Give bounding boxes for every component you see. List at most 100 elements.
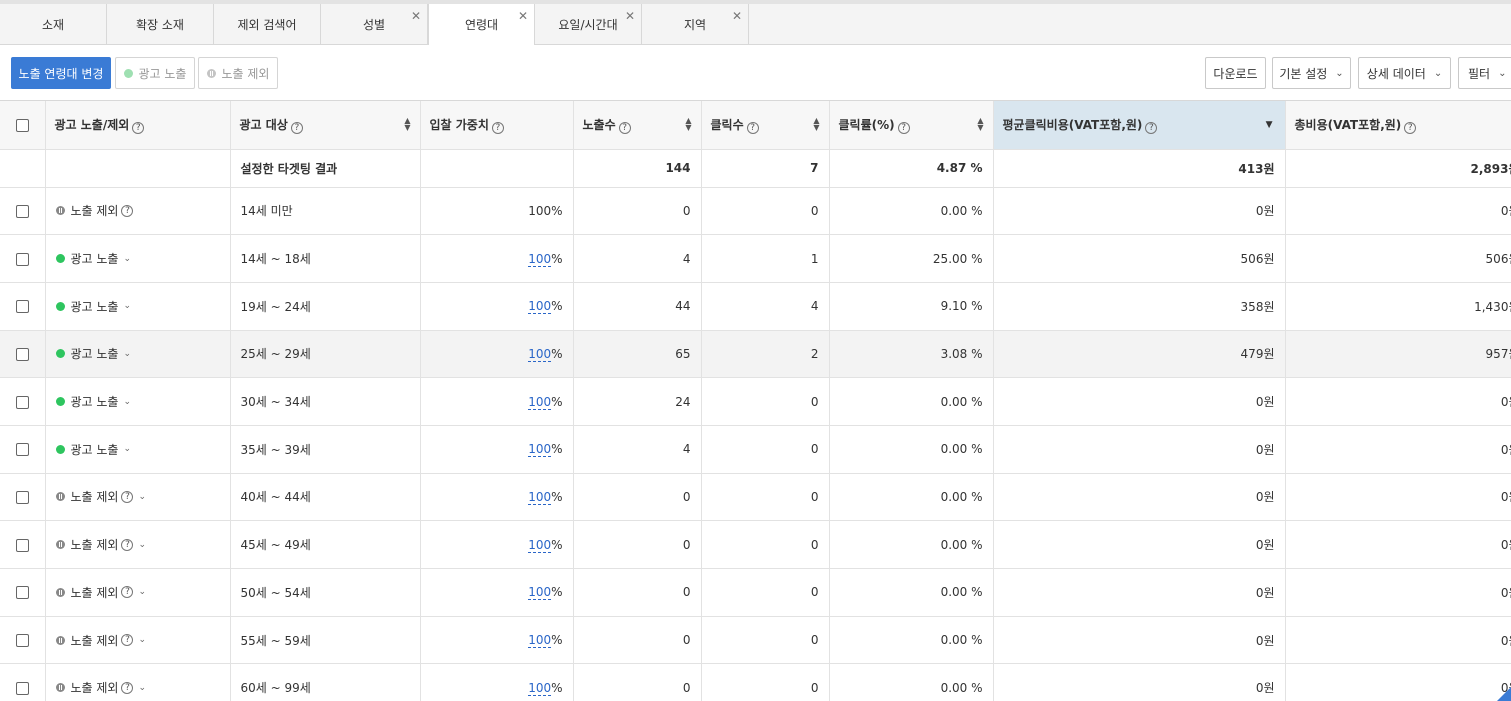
close-icon[interactable]: ✕	[411, 10, 421, 22]
status-toggle[interactable]: 광고 노출 ⌄	[55, 441, 131, 458]
chevron-down-icon[interactable]: ⌄	[138, 683, 146, 693]
detail-data-dropdown[interactable]: 상세 데이터 ⌄	[1358, 57, 1451, 89]
tab-day-time[interactable]: 요일/시간대 ✕	[535, 4, 642, 44]
tab-creative[interactable]: 소재	[0, 4, 107, 44]
help-icon[interactable]: ?	[1404, 121, 1417, 134]
bid-weight-link[interactable]: 100	[528, 489, 552, 505]
help-icon[interactable]: ?	[121, 204, 134, 217]
table-row[interactable]: 광고 노출⌄35세 ~ 39세100%400.00 %0원0원	[0, 425, 1511, 474]
help-icon[interactable]: ?	[618, 121, 631, 134]
bid-weight-link[interactable]: 100	[528, 346, 552, 362]
help-icon[interactable]: ?	[121, 586, 134, 599]
help-icon[interactable]: ?	[746, 121, 759, 134]
table-row[interactable]: 광고 노출⌄19세 ~ 24세100%4449.10 %358원1,430원	[0, 282, 1511, 331]
basic-settings-dropdown[interactable]: 기본 설정 ⌄	[1272, 57, 1351, 89]
close-icon[interactable]: ✕	[625, 10, 635, 22]
row-checkbox[interactable]	[15, 490, 29, 504]
tab-gender[interactable]: 성별 ✕	[321, 4, 428, 44]
bid-weight-link[interactable]: 100	[528, 680, 552, 696]
status-toggle[interactable]: 광고 노출 ⌄	[55, 345, 131, 362]
status-toggle[interactable]: 노출 제외? ⌄	[55, 632, 146, 649]
status-toggle[interactable]: 노출 제외? ⌄	[55, 536, 146, 553]
table-row[interactable]: 노출 제외?⌄60세 ~ 99세100%000.00 %0원0원	[0, 663, 1511, 701]
close-icon[interactable]: ✕	[732, 10, 742, 22]
row-checkbox[interactable]	[15, 252, 29, 266]
tab-age[interactable]: 연령대 ✕	[428, 4, 535, 45]
chevron-down-icon[interactable]: ⌄	[123, 254, 131, 264]
bid-weight-link[interactable]: 100	[528, 585, 552, 601]
tab-extension[interactable]: 확장 소재	[107, 4, 214, 44]
table-row[interactable]: 노출 제외?⌄40세 ~ 44세100%000.00 %0원0원	[0, 473, 1511, 522]
chevron-down-icon[interactable]: ⌄	[138, 635, 146, 645]
row-checkbox[interactable]	[15, 347, 29, 361]
chevron-down-icon[interactable]: ⌄	[138, 492, 146, 502]
row-checkbox[interactable]	[15, 538, 29, 552]
chevron-down-icon[interactable]: ⌄	[123, 444, 131, 454]
col-ctr[interactable]: 클릭률(%)? ▲ ▼	[829, 101, 994, 150]
sort-desc-icon[interactable]: ▼	[1266, 120, 1273, 130]
table-row[interactable]: 노출 제외?⌄50세 ~ 54세100%000.00 %0원0원	[0, 568, 1511, 617]
table-row[interactable]: 광고 노출⌄30세 ~ 34세100%2400.00 %0원0원	[0, 377, 1511, 426]
bid-weight-link[interactable]: 100	[528, 442, 552, 458]
chevron-down-icon[interactable]: ⌄	[123, 301, 131, 311]
row-checkbox[interactable]	[15, 300, 29, 314]
chevron-down-icon[interactable]: ⌄	[123, 397, 131, 407]
tab-region[interactable]: 지역 ✕	[642, 4, 749, 44]
row-checkbox[interactable]	[15, 586, 29, 600]
col-clicks[interactable]: 클릭수? ▲ ▼	[701, 101, 830, 150]
table-row[interactable]: 노출 제외?⌄45세 ~ 49세100%000.00 %0원0원	[0, 520, 1511, 569]
chevron-down-icon[interactable]: ⌄	[138, 587, 146, 597]
show-ads-button[interactable]: 광고 노출	[115, 57, 195, 89]
download-button[interactable]: 다운로드	[1205, 57, 1266, 89]
help-icon[interactable]: ?	[1145, 121, 1158, 134]
chevron-down-icon[interactable]: ⌄	[123, 349, 131, 359]
close-icon[interactable]: ✕	[518, 10, 528, 22]
col-impressions[interactable]: 노출수? ▲ ▼	[573, 101, 702, 150]
bid-weight-link[interactable]: 100	[528, 633, 552, 649]
table-row[interactable]: 노출 제외?14세 미만100%000.00 %0원0원	[0, 187, 1511, 236]
row-checkbox[interactable]	[15, 443, 29, 457]
status-toggle[interactable]: 광고 노출 ⌄	[55, 298, 131, 315]
status-toggle[interactable]: 광고 노출 ⌄	[55, 393, 131, 410]
bid-weight-link[interactable]: 100	[528, 394, 552, 410]
row-checkbox[interactable]	[15, 681, 29, 695]
bid-weight-link[interactable]: 100	[528, 537, 552, 553]
help-icon[interactable]: ?	[121, 634, 134, 647]
pause-icon	[55, 540, 65, 550]
row-checkbox[interactable]	[15, 395, 29, 409]
table-row[interactable]: 광고 노출 ⌄ 25세 ~ 29세100%6523.08 %479원957원	[0, 330, 1511, 379]
help-icon[interactable]: ?	[121, 490, 134, 503]
status-toggle[interactable]: 노출 제외?	[55, 202, 134, 219]
help-icon[interactable]: ?	[290, 121, 303, 134]
filter-dropdown[interactable]: 필터 ⌄	[1458, 57, 1511, 89]
bid-weight-link[interactable]: 100	[528, 251, 552, 267]
status-toggle[interactable]: 노출 제외? ⌄	[55, 584, 146, 601]
status-toggle[interactable]: 노출 제외? ⌄	[55, 488, 146, 505]
status-toggle[interactable]: 광고 노출 ⌄	[55, 250, 131, 267]
row-checkbox[interactable]	[15, 634, 29, 648]
help-icon[interactable]: ?	[121, 681, 134, 694]
col-avg-cpc[interactable]: 평균클릭비용(VAT포함,원)? ▼	[993, 101, 1286, 150]
sort-icon[interactable]: ▲ ▼	[404, 117, 410, 132]
table-row[interactable]: 광고 노출⌄14세 ~ 18세100%4125.00 %506원506원	[0, 234, 1511, 283]
col-status[interactable]: 광고 노출/제외?	[45, 101, 231, 150]
help-icon[interactable]: ?	[897, 121, 910, 134]
tab-negative-keywords[interactable]: 제외 검색어	[214, 4, 321, 44]
help-icon[interactable]: ?	[121, 538, 134, 551]
col-bid[interactable]: 입찰 가중치?	[420, 101, 574, 150]
sort-icon[interactable]: ▲ ▼	[813, 117, 819, 132]
col-total-cost[interactable]: 총비용(VAT포함,원)?	[1285, 101, 1511, 150]
col-target[interactable]: 광고 대상? ▲ ▼	[230, 101, 421, 150]
sort-icon[interactable]: ▲ ▼	[977, 117, 983, 132]
exclude-button[interactable]: 노출 제외	[198, 57, 278, 89]
status-toggle[interactable]: 노출 제외? ⌄	[55, 679, 146, 696]
help-icon[interactable]: ?	[491, 121, 504, 134]
change-age-button[interactable]: 노출 연령대 변경	[11, 57, 111, 89]
help-icon[interactable]: ?	[132, 121, 145, 134]
select-all-checkbox[interactable]	[15, 118, 29, 132]
bid-weight-link[interactable]: 100	[528, 299, 552, 315]
table-row[interactable]: 노출 제외?⌄55세 ~ 59세100%000.00 %0원0원	[0, 616, 1511, 665]
sort-icon[interactable]: ▲ ▼	[685, 117, 691, 132]
row-checkbox[interactable]	[15, 204, 29, 218]
chevron-down-icon[interactable]: ⌄	[138, 540, 146, 550]
